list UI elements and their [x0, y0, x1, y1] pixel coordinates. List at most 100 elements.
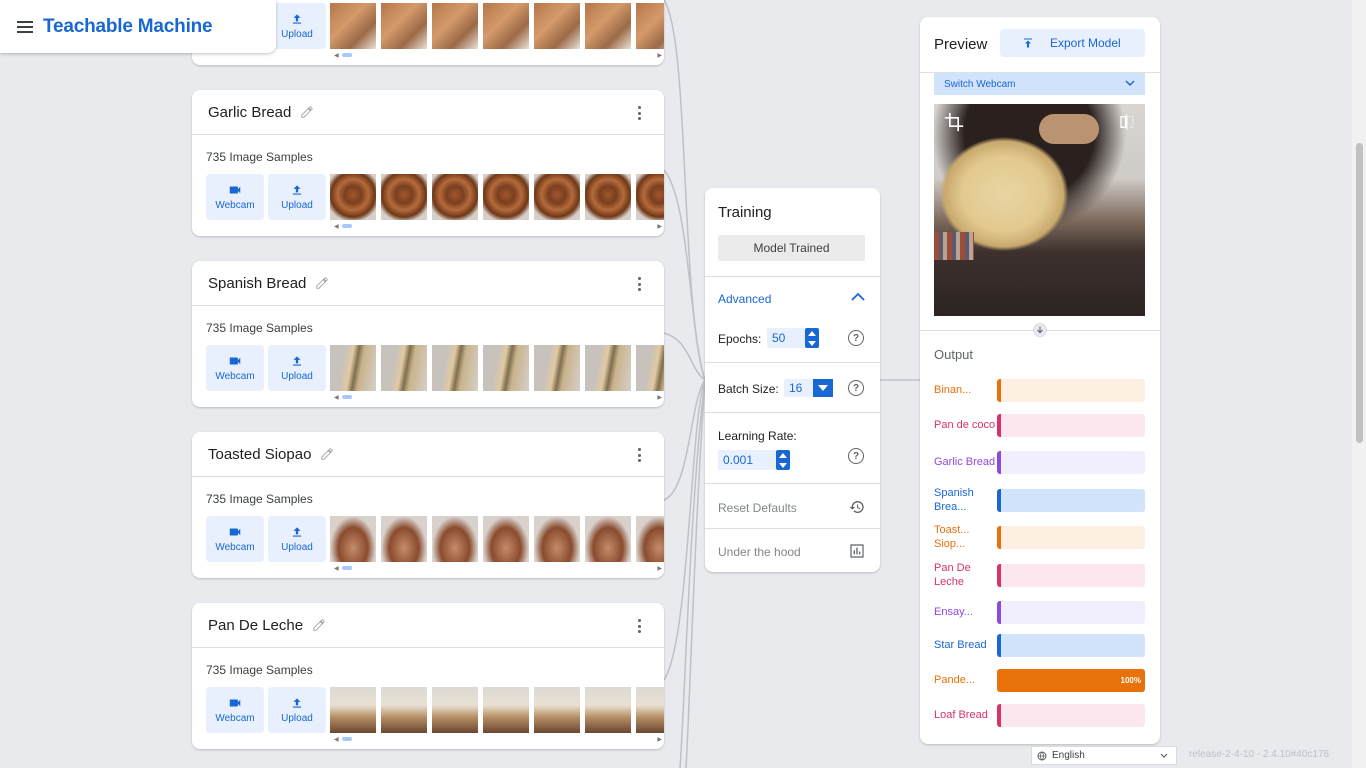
under-the-hood-button[interactable]: Under the hood: [718, 545, 801, 559]
upload-button[interactable]: Upload: [268, 345, 326, 391]
sample-thumbnail[interactable]: [432, 687, 478, 733]
sample-count: 735 Image Samples: [206, 492, 313, 506]
webcam-icon: [229, 357, 241, 365]
class-name[interactable]: Spanish Bread: [208, 275, 306, 292]
sample-thumbnail[interactable]: [585, 687, 631, 733]
sample-thumbnail[interactable]: [636, 174, 664, 220]
sample-thumbnail[interactable]: [585, 3, 631, 49]
class-name[interactable]: Toasted Siopao: [208, 446, 311, 463]
upload-button[interactable]: Upload: [268, 516, 326, 562]
webcam-button[interactable]: Webcam: [206, 516, 264, 562]
sample-thumbnail[interactable]: [330, 345, 376, 391]
help-icon[interactable]: ?: [848, 448, 864, 464]
sample-thumbnail[interactable]: [432, 3, 478, 49]
pencil-icon[interactable]: [312, 618, 326, 632]
sample-thumbnail[interactable]: [636, 345, 664, 391]
help-icon[interactable]: ?: [848, 380, 864, 396]
sample-thumbnail[interactable]: [636, 516, 664, 562]
sample-thumbnails[interactable]: [330, 516, 664, 562]
sample-thumbnail[interactable]: [483, 687, 529, 733]
advanced-toggle[interactable]: Advanced: [718, 292, 771, 306]
sample-thumbnail[interactable]: [432, 516, 478, 562]
sample-thumbnail[interactable]: [330, 174, 376, 220]
sample-thumbnails[interactable]: [330, 174, 664, 220]
confidence-bar: [997, 450, 1145, 474]
more-vert-icon[interactable]: [638, 448, 642, 462]
bar-chart-icon[interactable]: [849, 543, 865, 559]
reset-defaults-button[interactable]: Reset Defaults: [718, 501, 797, 515]
confidence-bar: [997, 413, 1145, 437]
thumbnail-scrollbar[interactable]: ◀ ▶: [330, 392, 664, 402]
history-icon[interactable]: [849, 499, 865, 515]
sample-thumbnails[interactable]: [330, 687, 664, 733]
page-scrollbar[interactable]: [1352, 0, 1366, 768]
webcam-button[interactable]: Webcam: [206, 345, 264, 391]
sample-thumbnail[interactable]: [381, 345, 427, 391]
confidence-fill: [997, 703, 1001, 727]
upload-icon: [292, 14, 302, 24]
batch-size-select[interactable]: 16: [784, 379, 814, 397]
sample-thumbnail[interactable]: [483, 3, 529, 49]
thumbnail-scrollbar[interactable]: ◀ ▶: [330, 50, 664, 60]
language-select[interactable]: English: [1031, 746, 1177, 765]
chevron-down-icon[interactable]: [813, 379, 833, 397]
sample-thumbnail[interactable]: [534, 3, 580, 49]
learning-rate-stepper[interactable]: [776, 450, 790, 470]
upload-button[interactable]: Upload: [268, 174, 326, 220]
epochs-input[interactable]: 50: [767, 328, 805, 348]
export-model-button[interactable]: Export Model: [1000, 29, 1145, 57]
sample-thumbnail[interactable]: [534, 345, 580, 391]
sample-thumbnail[interactable]: [432, 345, 478, 391]
webcam-button[interactable]: Webcam: [206, 687, 264, 733]
sample-thumbnail[interactable]: [381, 174, 427, 220]
sample-thumbnail[interactable]: [636, 687, 664, 733]
sample-thumbnail[interactable]: [636, 3, 664, 49]
sample-thumbnail[interactable]: [432, 174, 478, 220]
sample-thumbnails[interactable]: [330, 345, 664, 391]
more-vert-icon[interactable]: [638, 106, 642, 120]
upload-button[interactable]: Upload: [268, 687, 326, 733]
learning-rate-input[interactable]: 0.001: [718, 450, 776, 470]
sample-thumbnail[interactable]: [483, 345, 529, 391]
sample-thumbnail[interactable]: [483, 516, 529, 562]
upload-icon: [292, 527, 302, 537]
sample-thumbnail[interactable]: [534, 174, 580, 220]
epochs-stepper[interactable]: [805, 328, 819, 348]
app-title[interactable]: Teachable Machine: [43, 16, 213, 38]
sample-count: 735 Image Samples: [206, 663, 313, 677]
sample-thumbnail[interactable]: [534, 516, 580, 562]
class-name[interactable]: Garlic Bread: [208, 104, 291, 121]
pencil-icon[interactable]: [300, 105, 314, 119]
menu-icon[interactable]: [17, 20, 33, 33]
flip-icon[interactable]: [1119, 114, 1135, 130]
sample-thumbnail[interactable]: [534, 687, 580, 733]
upload-button[interactable]: Upload: [268, 3, 326, 49]
class-name[interactable]: Pan De Leche: [208, 617, 303, 634]
model-trained-button[interactable]: Model Trained: [718, 235, 865, 261]
pencil-icon[interactable]: [315, 276, 329, 290]
sample-thumbnail[interactable]: [381, 687, 427, 733]
more-vert-icon[interactable]: [638, 277, 642, 291]
sample-thumbnails[interactable]: [330, 3, 664, 49]
sample-thumbnail[interactable]: [330, 3, 376, 49]
thumbnail-scrollbar[interactable]: ◀ ▶: [330, 734, 664, 744]
sample-thumbnail[interactable]: [483, 174, 529, 220]
switch-webcam-dropdown[interactable]: Switch Webcam: [934, 73, 1145, 95]
webcam-button[interactable]: Webcam: [206, 174, 264, 220]
sample-thumbnail[interactable]: [585, 345, 631, 391]
upload-label: Upload: [281, 713, 313, 724]
thumbnail-scrollbar[interactable]: ◀ ▶: [330, 563, 664, 573]
help-icon[interactable]: ?: [848, 330, 864, 346]
sample-thumbnail[interactable]: [585, 174, 631, 220]
sample-thumbnail[interactable]: [330, 687, 376, 733]
sample-thumbnail[interactable]: [330, 516, 376, 562]
crop-icon[interactable]: [944, 112, 964, 132]
more-vert-icon[interactable]: [638, 619, 642, 633]
pencil-icon[interactable]: [320, 447, 334, 461]
sample-thumbnail[interactable]: [381, 3, 427, 49]
output-class-label: Ensay...: [934, 606, 973, 618]
sample-thumbnail[interactable]: [381, 516, 427, 562]
thumbnail-scrollbar[interactable]: ◀ ▶: [330, 221, 664, 231]
chevron-up-icon[interactable]: [851, 292, 865, 302]
sample-thumbnail[interactable]: [585, 516, 631, 562]
